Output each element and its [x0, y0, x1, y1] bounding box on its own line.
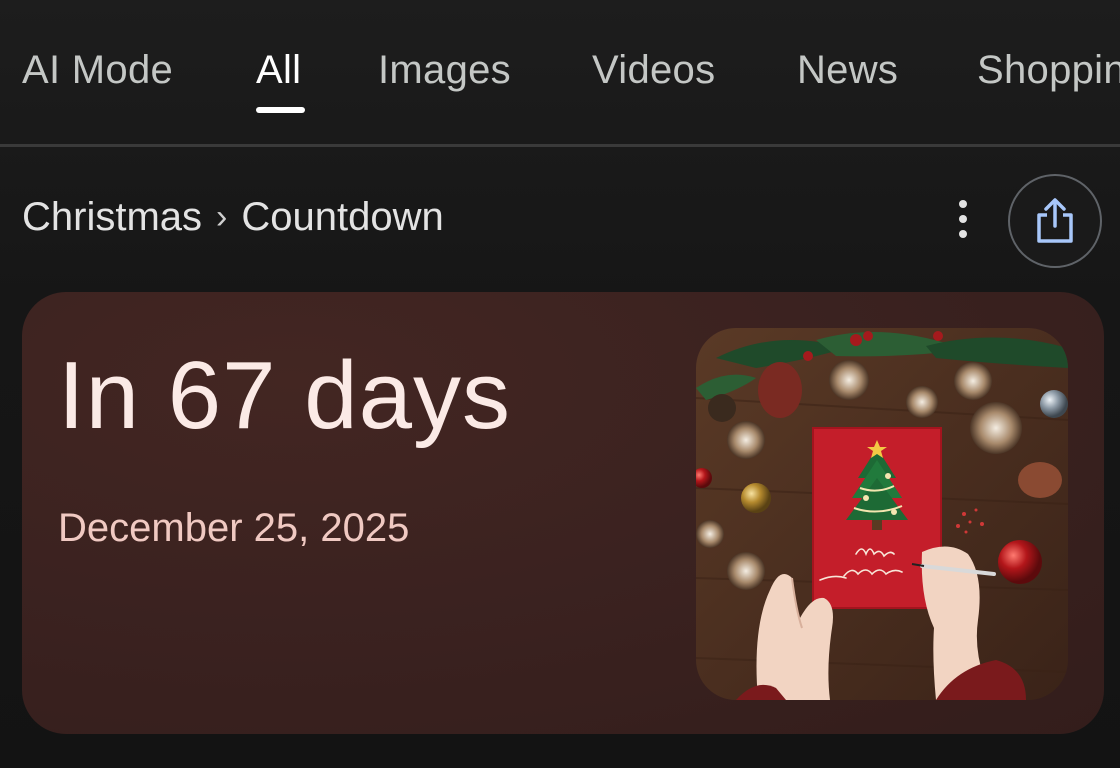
tab-images[interactable]: Images: [378, 44, 511, 96]
search-results-page: AI Mode All Images Videos News Shoppin C…: [0, 0, 1120, 768]
tab-videos[interactable]: Videos: [592, 44, 715, 96]
countdown-card[interactable]: In 67 days December 25, 2025: [22, 292, 1104, 734]
tab-all[interactable]: All: [256, 44, 301, 96]
more-options-button[interactable]: [942, 192, 984, 246]
active-tab-indicator: [256, 107, 305, 113]
tabs-divider: [0, 144, 1120, 147]
search-tabs: AI Mode All Images Videos News Shoppin: [0, 0, 1120, 145]
christmas-card-photo[interactable]: [696, 328, 1068, 700]
more-vert-icon: [959, 200, 967, 208]
event-date: December 25, 2025: [58, 506, 410, 550]
tab-news[interactable]: News: [797, 44, 898, 96]
breadcrumb-separator: ›: [216, 197, 228, 236]
more-vert-icon-dot: [959, 215, 967, 223]
share-button[interactable]: [1008, 174, 1102, 268]
breadcrumb-current: Countdown: [241, 194, 444, 239]
share-icon: [1037, 198, 1073, 243]
tab-shopping[interactable]: Shoppin: [977, 44, 1120, 96]
more-vert-icon-dot: [959, 230, 967, 238]
breadcrumb-parent[interactable]: Christmas: [22, 195, 202, 240]
countdown-text: In 67 days: [58, 342, 511, 449]
christmas-photo-illustration: [696, 328, 1068, 700]
breadcrumb: Christmas › Countdown: [22, 190, 444, 244]
tab-ai-mode[interactable]: AI Mode: [22, 44, 173, 96]
